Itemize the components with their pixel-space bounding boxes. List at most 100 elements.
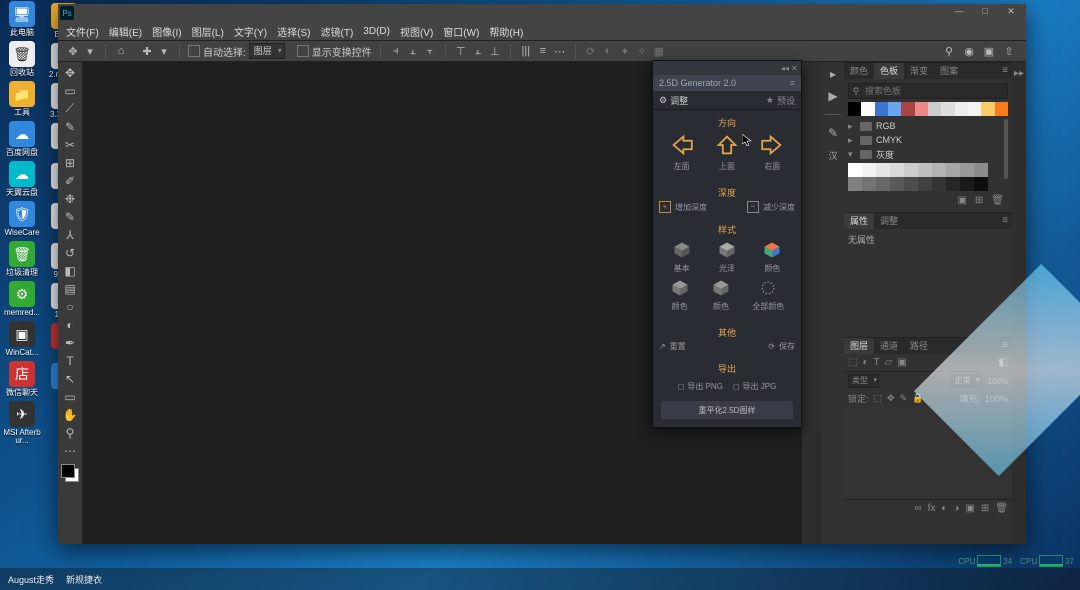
filter-pixel-icon[interactable]: ⬚	[848, 357, 857, 368]
style-color2-button[interactable]: 颜色	[670, 278, 690, 312]
menu-item[interactable]: 窗口(W)	[443, 24, 479, 39]
hand-tool[interactable]: ✋	[59, 406, 81, 423]
swatch[interactable]	[932, 163, 946, 177]
style-color-button[interactable]: 颜色	[762, 240, 782, 274]
blend-mode-dropdown[interactable]: 正常	[951, 374, 982, 388]
history-brush-tool[interactable]: ↺	[59, 244, 81, 261]
save-button[interactable]: ⟳保存	[768, 341, 795, 352]
align-top-icon[interactable]: ⊤	[454, 44, 468, 58]
align-hcenter-icon[interactable]: ⫠	[406, 44, 420, 58]
menu-item[interactable]: 帮助(H)	[489, 24, 523, 39]
fx-icon[interactable]: fx	[928, 503, 936, 514]
titlebar[interactable]: Ps — □ ✕	[58, 4, 1026, 22]
menu-item[interactable]: 文件(F)	[66, 24, 99, 39]
reset-button[interactable]: ↗重置	[659, 341, 686, 352]
distribute-h-icon[interactable]: |||	[519, 44, 533, 58]
swatch[interactable]	[968, 102, 981, 116]
distribute-v-icon[interactable]: ≡	[536, 44, 550, 58]
direction-left-button[interactable]: 左面	[668, 133, 696, 172]
swatch-search[interactable]: ⚲	[848, 83, 1008, 99]
swatch[interactable]	[946, 163, 960, 177]
desktop-icon[interactable]: 🗑回收站	[2, 40, 42, 78]
auto-select-dropdown[interactable]: 图层	[249, 43, 285, 59]
char-panel-icon[interactable]: 汉	[825, 147, 841, 163]
swatch[interactable]	[848, 163, 862, 177]
swatch[interactable]	[928, 102, 941, 116]
menu-item[interactable]: 编辑(E)	[109, 24, 142, 39]
minimize-button[interactable]: —	[946, 6, 972, 20]
swatch[interactable]	[890, 177, 904, 191]
tab-颜色[interactable]: 颜色	[844, 63, 874, 79]
crop-tool[interactable]: ✂	[59, 136, 81, 153]
menu-item[interactable]: 选择(S)	[277, 24, 310, 39]
swatch[interactable]	[941, 102, 954, 116]
filter-adj-icon[interactable]: ◐	[862, 357, 868, 368]
style-gloss-button[interactable]: 光泽	[717, 240, 737, 274]
plugin-tab-adjust[interactable]: ⚙调整	[659, 94, 688, 107]
menu-item[interactable]: 图像(I)	[152, 24, 181, 39]
swatch[interactable]	[876, 177, 890, 191]
menu-item[interactable]: 滤镜(T)	[321, 24, 354, 39]
plugin-tab-preset[interactable]: ★预设	[766, 94, 795, 107]
expand-dock-icon[interactable]: ▸▸	[1014, 68, 1024, 79]
cloud-doc-icon[interactable]: ◉	[962, 44, 976, 58]
lock-all-icon[interactable]: ⬚	[874, 393, 883, 404]
move-tool[interactable]: ✥	[59, 64, 81, 81]
mask-icon[interactable]: ◐	[941, 503, 947, 514]
swatch-folder[interactable]: ▸RGB	[848, 119, 1004, 133]
shape-tool[interactable]: ▭	[59, 388, 81, 405]
swatch[interactable]	[904, 177, 918, 191]
swatch[interactable]	[995, 102, 1008, 116]
more-align-icon[interactable]: ⋯	[553, 44, 567, 58]
tab-渐变[interactable]: 渐变	[904, 63, 934, 79]
swatch[interactable]	[915, 102, 928, 116]
increase-depth-button[interactable]: +增加深度	[659, 201, 707, 213]
taskbar[interactable]: August走秀 新规捷衣	[0, 568, 1080, 590]
transform-checkbox[interactable]	[297, 45, 309, 57]
edit-toolbar[interactable]: ⋯	[59, 442, 81, 459]
tab-channels[interactable]: 通道	[874, 338, 904, 354]
lasso-tool[interactable]: ⟋	[59, 100, 81, 117]
home-icon[interactable]: ⌂	[114, 44, 128, 58]
desktop-icon[interactable]: ☁天翼云盘	[2, 160, 42, 198]
tab-色板[interactable]: 色板	[874, 63, 904, 79]
align-right-icon[interactable]: ⫟	[423, 44, 437, 58]
style-allcolor-button[interactable]: 全部颜色	[752, 278, 784, 312]
layer-kind-dropdown[interactable]: 类型	[848, 374, 879, 388]
type-tool[interactable]: T	[59, 352, 81, 369]
desktop-icon[interactable]: ✈MSI Afterbur...	[2, 400, 42, 446]
taskbar-item[interactable]: August走秀	[8, 573, 54, 586]
new-swatch-icon[interactable]: ⊞	[975, 195, 983, 206]
panel-menu-icon[interactable]: ≡	[998, 213, 1012, 229]
panel-menu-icon[interactable]: ≡	[998, 63, 1012, 79]
tab-properties[interactable]: 属性	[844, 213, 874, 229]
path-tool[interactable]: ↖	[59, 370, 81, 387]
share-icon[interactable]: ⇧	[1002, 44, 1016, 58]
flatten-button[interactable]: 重平化2.5D图样	[661, 401, 793, 419]
desktop-icon[interactable]: ⚙memred...	[2, 280, 42, 318]
workspace-icon[interactable]: ▣	[982, 44, 996, 58]
frame-tool[interactable]: ⊞	[59, 154, 81, 171]
dodge-tool[interactable]: ◐	[59, 316, 81, 333]
desktop-icon[interactable]: 📁工具	[2, 80, 42, 118]
tab-图案[interactable]: 图案	[934, 63, 964, 79]
swatch[interactable]	[946, 177, 960, 191]
swatch[interactable]	[848, 177, 862, 191]
desktop-icon[interactable]: ▣WinCat...	[2, 320, 42, 358]
direction-right-button[interactable]: 右面	[758, 133, 786, 172]
new-layer-icon[interactable]: ⊞	[981, 503, 989, 514]
plugin-handle[interactable]: ◂◂✕	[653, 61, 801, 75]
swatch[interactable]	[848, 102, 861, 116]
actions-panel-icon[interactable]: ▶	[825, 88, 841, 104]
swatch[interactable]	[960, 163, 974, 177]
menu-item[interactable]: 视图(V)	[400, 24, 433, 39]
filter-smart-icon[interactable]: ▣	[897, 357, 906, 368]
swatch[interactable]	[955, 102, 968, 116]
align-bottom-icon[interactable]: ⊥	[488, 44, 502, 58]
swatch[interactable]	[888, 102, 901, 116]
lock-pixel-icon[interactable]: ✎	[900, 393, 908, 404]
filter-shape-icon[interactable]: ▱	[885, 357, 893, 368]
group-icon[interactable]: ▣	[965, 503, 974, 514]
menu-item[interactable]: 文字(Y)	[234, 24, 267, 39]
taskbar-item[interactable]: 新规捷衣	[66, 573, 102, 586]
